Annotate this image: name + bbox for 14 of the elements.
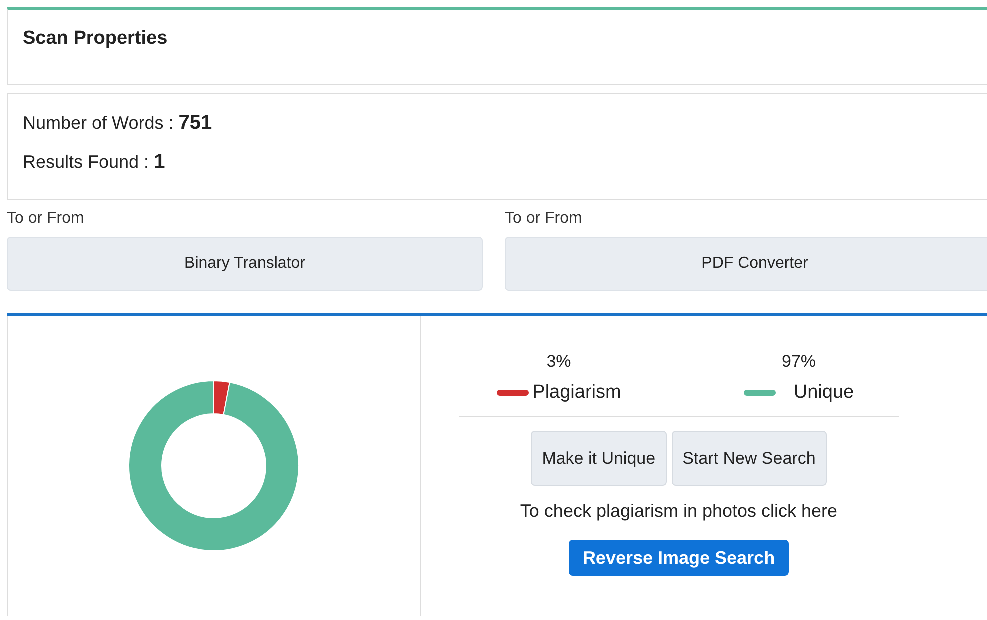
stat-line: Number of Words : 751	[23, 112, 212, 135]
converter-button[interactable]: Binary Translator	[7, 237, 483, 291]
stat-line: Results Found : 1	[23, 151, 166, 174]
percent-value: 97%	[782, 352, 816, 372]
legend-label: Plagiarism	[532, 382, 622, 404]
legend-label: Unique	[794, 382, 854, 404]
percent-value: 3%	[546, 352, 572, 372]
action-button[interactable]: Make it Unique	[531, 431, 667, 486]
caption-label: To or From	[505, 210, 582, 228]
action-button[interactable]: Start New Search	[672, 431, 827, 486]
reverse-image-search-button[interactable]: Reverse Image Search	[568, 540, 790, 576]
caption-label: To or From	[7, 210, 84, 228]
section-title: Scan Properties	[23, 28, 168, 50]
hint-text: To check plagiarism in photos click here	[520, 501, 838, 522]
